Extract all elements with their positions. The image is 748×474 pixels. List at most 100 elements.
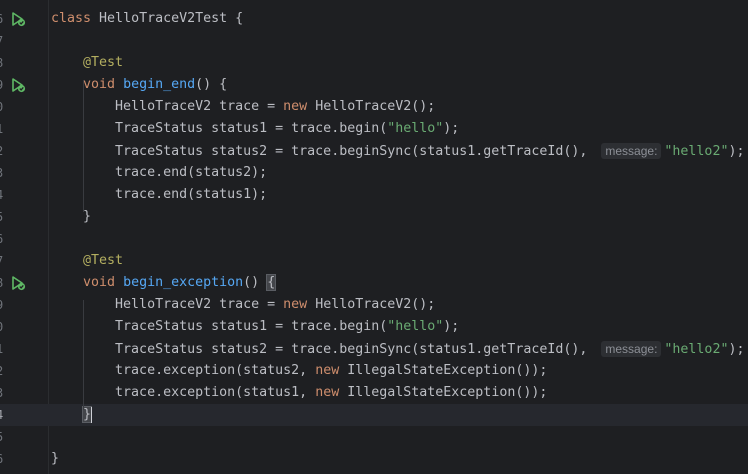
code-token: () — [243, 275, 268, 290]
code-editor[interactable]: 6class HelloTraceV2Test {78 @Test9 void … — [0, 0, 748, 474]
code-line[interactable]: 7 @Test — [0, 250, 748, 272]
code-token: ); — [443, 319, 460, 334]
line-number: 9 — [0, 77, 8, 93]
code-token: HelloTraceV2(); — [315, 297, 436, 312]
code-line[interactable]: 8 @Test — [0, 52, 748, 74]
run-test-icon[interactable] — [10, 275, 26, 291]
code-line[interactable]: 6 — [0, 228, 748, 250]
line-number: 7 — [0, 33, 8, 49]
code-token: trace.exception(status2, — [51, 363, 316, 378]
code-line[interactable]: 9 void begin_end() { — [0, 74, 748, 96]
code-line[interactable]: 7 — [0, 30, 748, 52]
code-token: new — [283, 297, 316, 312]
code-line[interactable]: 0 TraceStatus status1 = trace.begin("hel… — [0, 316, 748, 338]
line-number: 6 — [0, 11, 8, 27]
line-number: 3 — [0, 165, 8, 181]
code-token: trace.exception(status1, — [51, 385, 316, 400]
code-token: } — [51, 451, 60, 466]
code-token: "hello" — [387, 121, 444, 136]
code-text: void begin_exception() { — [51, 274, 277, 291]
code-token: new — [283, 99, 316, 114]
code-text: trace.exception(status1, new IllegalStat… — [51, 385, 547, 401]
code-token: ); — [728, 342, 745, 357]
code-text: @Test — [51, 55, 123, 71]
line-number: 5 — [0, 209, 8, 225]
parameter-hint: message: — [601, 341, 662, 357]
code-text: trace.exception(status2, new IllegalStat… — [51, 363, 547, 379]
code-token: () { — [195, 77, 228, 92]
code-token: TraceStatus status2 = trace.beginSync(st… — [51, 144, 596, 159]
line-number: 6 — [0, 231, 8, 247]
line-number: 3 — [0, 385, 8, 401]
code-token: "hello2" — [664, 342, 729, 357]
line-number: 8 — [0, 275, 8, 291]
indent-guide — [83, 80, 84, 212]
code-token: ); — [443, 121, 460, 136]
code-line[interactable]: 1 TraceStatus status1 = trace.begin("hel… — [0, 118, 748, 140]
code-token: begin_end — [123, 77, 196, 92]
code-token: HelloTraceV2 trace = — [51, 297, 284, 312]
code-text: void begin_end() { — [51, 77, 227, 93]
code-token: { — [266, 274, 277, 291]
line-number: 0 — [0, 99, 8, 115]
code-text: TraceStatus status1 = trace.begin("hello… — [51, 319, 459, 335]
code-token: @Test — [83, 253, 124, 268]
code-text: } — [51, 209, 91, 225]
code-token: HelloTraceV2Test { — [99, 11, 244, 26]
code-text: HelloTraceV2 trace = new HelloTraceV2(); — [51, 99, 435, 115]
run-test-icon[interactable] — [10, 11, 26, 27]
code-text: TraceStatus status2 = trace.beginSync(st… — [51, 341, 744, 358]
line-number: 4 — [0, 187, 8, 203]
code-line[interactable]: 6} — [0, 448, 748, 470]
code-text: class HelloTraceV2Test { — [51, 11, 243, 27]
code-token: begin_exception — [123, 275, 244, 290]
code-token: new — [315, 363, 348, 378]
code-line[interactable]: 0 HelloTraceV2 trace = new HelloTraceV2(… — [0, 96, 748, 118]
code-token: "hello2" — [664, 144, 729, 159]
code-line[interactable]: 4 trace.end(status1); — [0, 184, 748, 206]
code-line[interactable]: 5 } — [0, 206, 748, 228]
line-number: 1 — [0, 341, 8, 357]
code-line[interactable]: 1 TraceStatus status2 = trace.beginSync(… — [0, 338, 748, 360]
code-line[interactable]: 9 HelloTraceV2 trace = new HelloTraceV2(… — [0, 294, 748, 316]
code-token: new — [315, 385, 348, 400]
code-token: HelloTraceV2 trace = — [51, 99, 284, 114]
line-number: 1 — [0, 121, 8, 137]
code-text: TraceStatus status2 = trace.beginSync(st… — [51, 143, 744, 160]
code-text: @Test — [51, 253, 123, 269]
code-line[interactable]: 5 — [0, 426, 748, 448]
line-number: 4 — [0, 407, 8, 423]
code-line[interactable]: 6 class HelloTraceV2Test { — [0, 8, 748, 30]
line-number: 2 — [0, 143, 8, 159]
code-line[interactable]: 2 TraceStatus status2 = trace.beginSync(… — [0, 140, 748, 162]
code-line[interactable]: 8 void begin_exception() { — [0, 272, 748, 294]
code-token: IllegalStateException()); — [347, 385, 548, 400]
code-line[interactable]: 3 trace.end(status2); — [0, 162, 748, 184]
line-number: 0 — [0, 319, 8, 335]
indent-guide — [83, 300, 84, 410]
text-caret — [91, 407, 92, 423]
code-token: TraceStatus status2 = trace.beginSync(st… — [51, 342, 596, 357]
code-token: ); — [728, 144, 745, 159]
run-test-icon[interactable] — [10, 77, 26, 93]
code-token: HelloTraceV2(); — [315, 99, 436, 114]
code-text: HelloTraceV2 trace = new HelloTraceV2(); — [51, 297, 435, 313]
code-token: "hello" — [387, 319, 444, 334]
code-line[interactable]: 2 trace.exception(status2, new IllegalSt… — [0, 360, 748, 382]
code-token: void — [83, 77, 124, 92]
line-number: 9 — [0, 297, 8, 313]
code-line[interactable]: 3 trace.exception(status1, new IllegalSt… — [0, 382, 748, 404]
code-text: } — [51, 406, 93, 423]
line-number: 8 — [0, 55, 8, 71]
code-token: @Test — [83, 55, 124, 70]
line-number: 5 — [0, 429, 8, 445]
code-line[interactable]: 4 } — [0, 404, 748, 426]
line-number: 2 — [0, 363, 8, 379]
code-token: class — [51, 11, 100, 26]
code-text: TraceStatus status1 = trace.begin("hello… — [51, 121, 459, 137]
